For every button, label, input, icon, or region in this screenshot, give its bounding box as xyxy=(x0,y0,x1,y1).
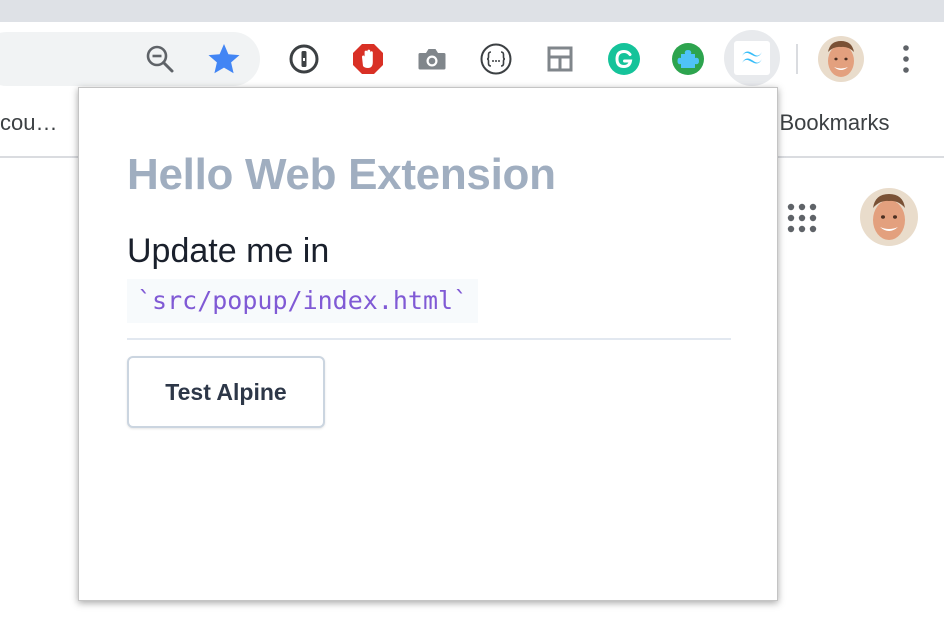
popup-instruction: Update me in xyxy=(127,232,330,270)
zoom-out-icon[interactable] xyxy=(144,43,176,75)
profile-avatar[interactable] xyxy=(818,36,864,82)
layout-icon[interactable] xyxy=(542,41,578,77)
camera-icon[interactable] xyxy=(414,41,450,77)
grammarly-icon[interactable] xyxy=(606,41,642,77)
tailwind-extension-button[interactable] xyxy=(724,30,780,86)
kebab-menu-icon[interactable] xyxy=(896,42,916,76)
tab-strip xyxy=(0,0,944,22)
account-avatar[interactable] xyxy=(860,188,918,246)
apps-grid-icon[interactable] xyxy=(786,202,818,234)
puzzle-extension-icon[interactable] xyxy=(670,41,706,77)
popup-code-path: `src/popup/index.html` xyxy=(127,279,479,323)
onepassword-icon[interactable] xyxy=(286,41,322,77)
extension-popup: Hello Web Extension Update me in `src/po… xyxy=(78,87,778,601)
bookmark-star-icon[interactable] xyxy=(206,41,242,77)
bookmark-item[interactable]: cou… xyxy=(0,110,57,136)
adblock-icon[interactable] xyxy=(350,41,386,77)
json-viewer-icon[interactable] xyxy=(478,41,514,77)
test-alpine-button[interactable]: Test Alpine xyxy=(127,356,325,428)
toolbar-divider xyxy=(796,44,798,74)
browser-toolbar xyxy=(0,22,944,96)
popup-title: Hello Web Extension xyxy=(127,150,556,199)
tailwind-extension-icon xyxy=(734,41,770,75)
popup-divider xyxy=(127,338,731,340)
other-bookmarks-item[interactable]: r Bookmarks xyxy=(766,110,889,136)
